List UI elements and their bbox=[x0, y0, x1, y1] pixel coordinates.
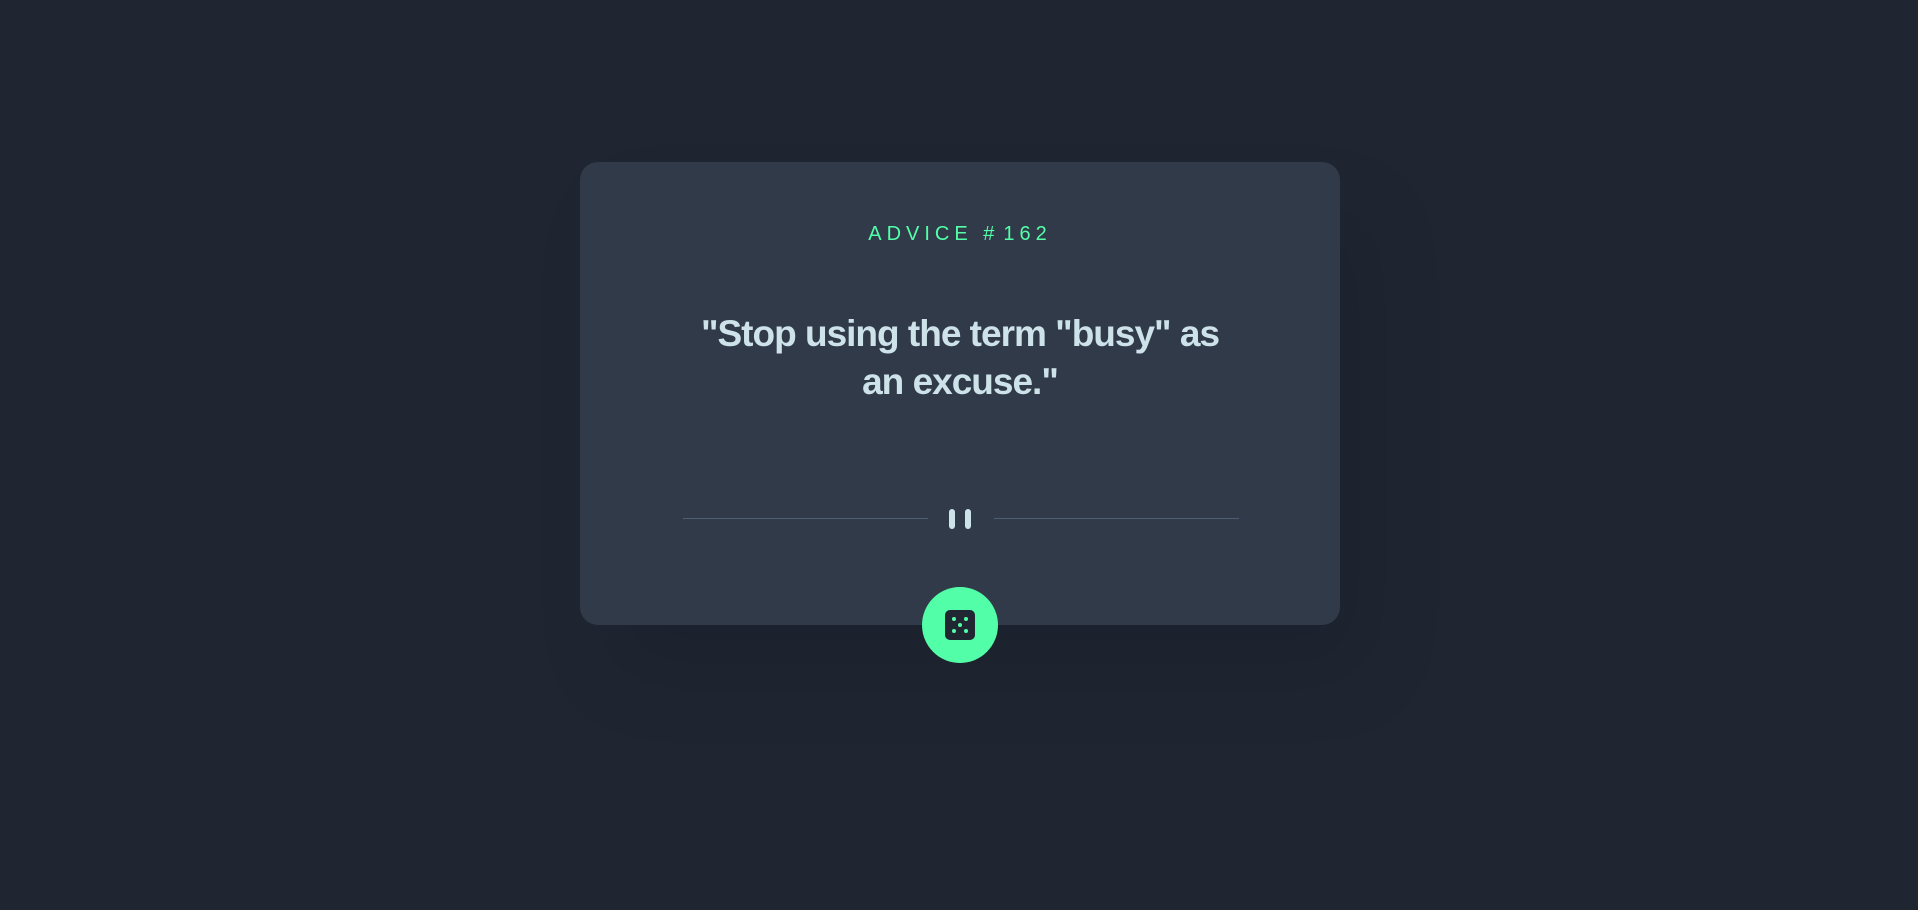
advice-label: ADVICE # bbox=[868, 223, 1000, 245]
advice-card: ADVICE #162 "Stop using the term "busy" … bbox=[580, 162, 1340, 663]
divider-line-right bbox=[994, 518, 1239, 519]
divider-line-left bbox=[683, 518, 928, 519]
divider bbox=[683, 506, 1239, 532]
pause-icon bbox=[947, 506, 973, 532]
advice-quote: "Stop using the term "busy" as an excuse… bbox=[700, 313, 1220, 402]
page: ADVICE #162 "Stop using the term "busy" … bbox=[0, 0, 1918, 910]
dice-icon bbox=[945, 610, 975, 640]
advice-number: 162 bbox=[1003, 223, 1052, 245]
generate-advice-button[interactable] bbox=[922, 587, 998, 663]
advice-title: ADVICE #162 bbox=[580, 223, 1340, 246]
